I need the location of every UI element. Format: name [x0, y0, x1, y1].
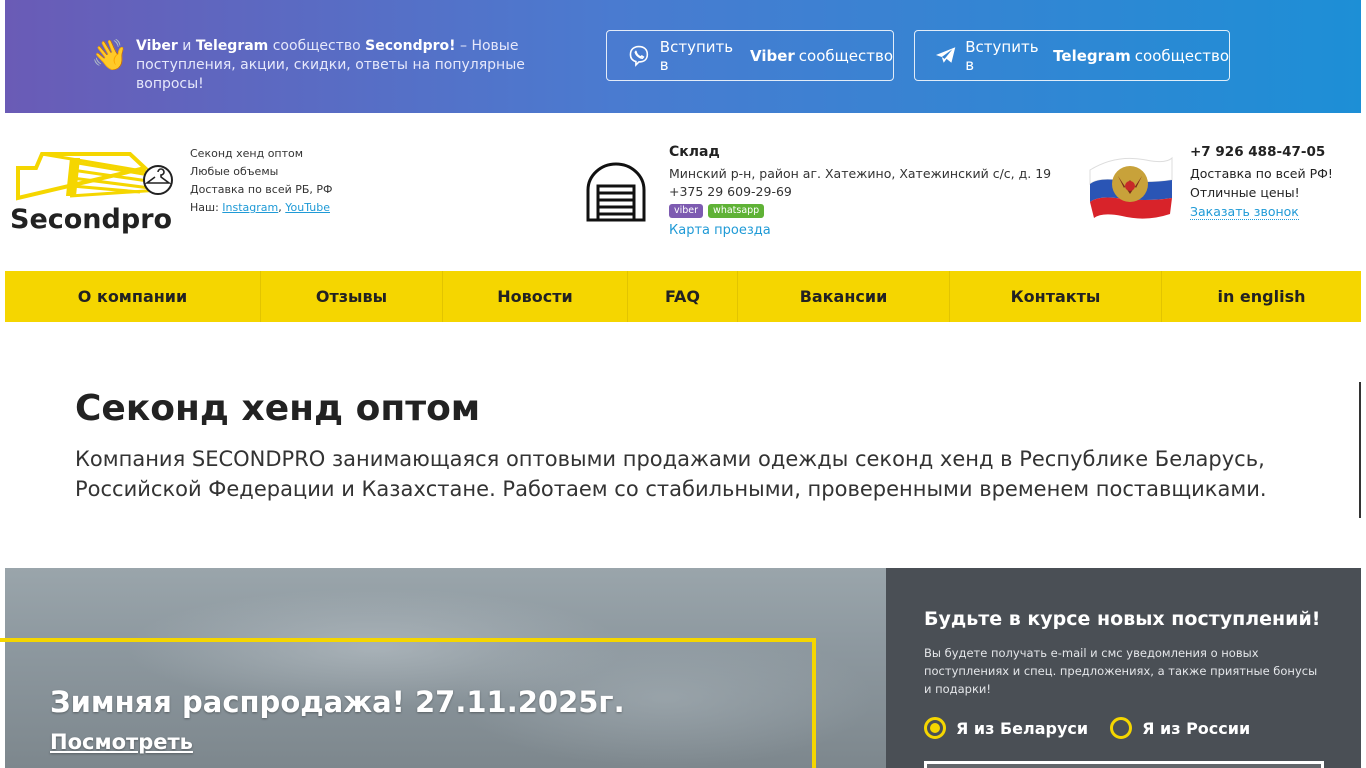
radio-russia[interactable]: Я из России — [1110, 717, 1250, 739]
warehouse-info: Склад Минский р-н, район аг. Хатежино, Х… — [669, 143, 1051, 240]
telegram-icon — [935, 46, 956, 63]
nav-item-reviews[interactable]: Отзывы — [261, 271, 443, 322]
radio-unchecked-icon — [1110, 717, 1133, 739]
page-title: Секонд хенд оптом — [75, 388, 481, 429]
radio-belarus[interactable]: Я из Беларуси — [924, 717, 1088, 739]
waving-hand-icon: 👋 — [91, 38, 129, 73]
community-banner: 👋 Viber и Telegram сообщество Secondpro!… — [5, 0, 1361, 113]
warehouse-phone[interactable]: +375 29 609-29-69 — [669, 183, 1051, 201]
logo-wordmark[interactable]: Secondpro — [10, 204, 172, 235]
subscribe-panel: Будьте в курсе новых поступлений! Вы буд… — [886, 568, 1361, 768]
viber-badge[interactable]: viber — [669, 204, 704, 218]
instagram-link[interactable]: Instagram — [222, 201, 278, 214]
callback-link[interactable]: Заказать звонок — [1190, 204, 1299, 220]
header-tagline: Секонд хенд оптом Любые объемы Доставка … — [190, 147, 333, 214]
warehouse-icon — [586, 162, 646, 222]
join-telegram-button[interactable]: Вступить в Telegram сообщество — [914, 30, 1230, 81]
nav-item-vacancies[interactable]: Вакансии — [738, 271, 950, 322]
banner-intro-text: Viber и Telegram сообщество Secondpro! –… — [136, 38, 525, 92]
russia-contact: +7 926 488-47-05 Доставка по всей РФ! От… — [1190, 143, 1333, 220]
subscribe-title: Будьте в курсе новых поступлений! — [924, 608, 1321, 630]
radio-checked-icon — [924, 717, 946, 739]
nav-item-faq[interactable]: FAQ — [628, 271, 738, 322]
subscribe-input[interactable] — [924, 761, 1324, 768]
warehouse-title: Склад — [669, 144, 720, 160]
main-nav: О компании Отзывы Новости FAQ Вакансии К… — [5, 271, 1361, 322]
country-radio-group: Я из Беларуси Я из России — [924, 717, 1250, 739]
scroll-indicator — [1359, 382, 1361, 518]
subscribe-text: Вы будете получать e-mail и смс уведомле… — [924, 646, 1318, 696]
hero-view-link[interactable]: Посмотреть — [50, 730, 193, 754]
nav-item-news[interactable]: Новости — [443, 271, 628, 322]
youtube-link[interactable]: YouTube — [285, 201, 330, 214]
russia-flag-emblem-icon — [1089, 156, 1173, 219]
whatsapp-badge[interactable]: whatsapp — [708, 204, 765, 218]
page-lead: Компания SECONDPRO занимающаяся оптовыми… — [75, 447, 1267, 501]
nav-item-english[interactable]: in english — [1162, 271, 1361, 322]
map-link[interactable]: Карта проезда — [669, 222, 1051, 240]
viber-icon — [629, 45, 649, 67]
ru-phone[interactable]: +7 926 488-47-05 — [1190, 143, 1333, 162]
hero-title: Зимняя распродажа! 27.11.2025г. — [50, 685, 625, 719]
warehouse-address: Минский р-н, район аг. Хатежино, Хатежин… — [669, 166, 1052, 181]
nav-item-about[interactable]: О компании — [5, 271, 261, 322]
join-viber-button[interactable]: Вступить в Viber сообщество — [606, 30, 894, 81]
nav-item-contacts[interactable]: Контакты — [950, 271, 1162, 322]
